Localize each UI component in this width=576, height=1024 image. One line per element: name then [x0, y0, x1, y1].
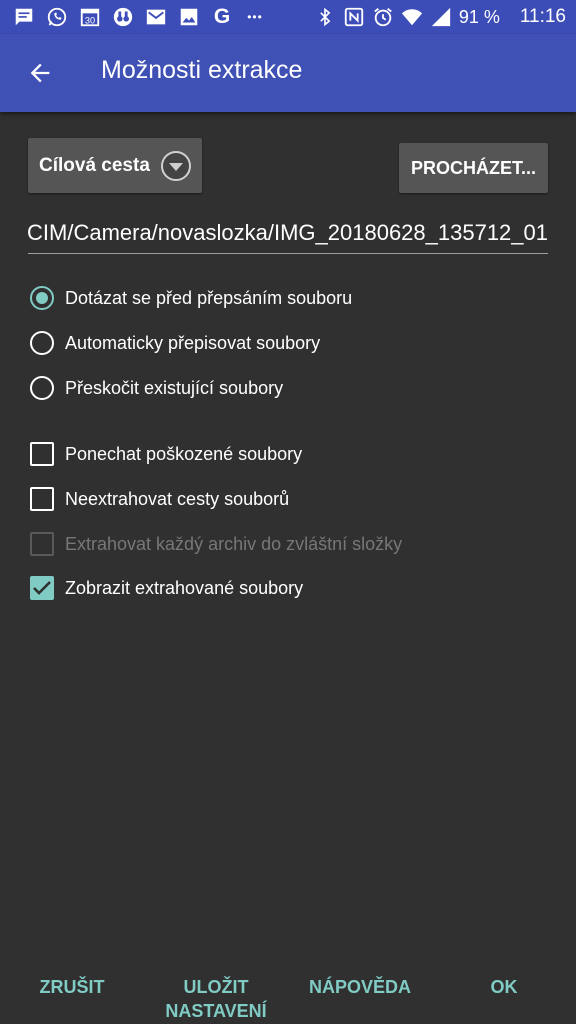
status-bar: 30 G ••• 91 % 11:16	[0, 0, 576, 34]
checkbox[interactable]	[30, 487, 54, 511]
email-icon	[144, 5, 168, 29]
checkmark-icon	[33, 581, 51, 595]
radio-button-checked[interactable]	[30, 286, 54, 310]
calendar-icon: 30	[78, 5, 102, 29]
page-title: Možnosti extrakce	[101, 56, 303, 84]
nfc-icon	[342, 5, 366, 29]
save-settings-label-line2: NASTAVENÍ	[165, 1001, 267, 1021]
google-icon: G	[213, 5, 231, 28]
arrow-left-icon	[30, 63, 50, 83]
ok-button[interactable]: OK	[474, 975, 534, 999]
radio-button[interactable]	[30, 376, 54, 400]
clock: 11:16	[519, 6, 566, 27]
bluetooth-icon	[313, 5, 337, 29]
browse-button[interactable]: PROCHÁZET...	[399, 143, 548, 193]
binoculars-icon	[111, 5, 135, 29]
destination-spinner[interactable]: Cílová cesta	[28, 138, 202, 193]
radio-label: Automaticky přepisovat soubory	[65, 332, 321, 353]
checkbox-label: Zobrazit extrahované soubory	[65, 577, 304, 598]
save-settings-label-line1: ULOŽIT	[183, 977, 249, 997]
wifi-icon	[400, 5, 424, 29]
checkbox-label: Ponechat poškozené soubory	[65, 443, 303, 464]
radio-label: Přeskočit existující soubory	[65, 377, 284, 398]
destination-path-value: /storage/emulated/0/DCIM/Camera/novasloz…	[28, 220, 548, 245]
radio-auto-overwrite[interactable]: Automaticky přepisovat soubory	[30, 325, 320, 361]
help-button[interactable]: NÁPOVĚDA	[300, 975, 420, 999]
radio-ask-before-overwrite[interactable]: Dotázat se před přepsáním souboru	[30, 280, 352, 316]
radio-label: Dotázat se před přepsáním souboru	[65, 287, 353, 308]
cancel-button[interactable]: ZRUŠIT	[20, 975, 124, 999]
more-icon: •••	[247, 10, 263, 24]
alarm-icon	[371, 5, 395, 29]
radio-skip-existing[interactable]: Přeskočit existující soubory	[30, 370, 283, 406]
checkbox-disabled	[30, 532, 54, 556]
destination-path-input[interactable]: /storage/emulated/0/DCIM/Camera/novasloz…	[28, 214, 548, 254]
save-settings-button[interactable]: ULOŽIT NASTAVENÍ	[150, 975, 282, 1023]
signal-icon	[429, 5, 453, 29]
radio-button[interactable]	[30, 331, 54, 355]
checkbox-show-extracted[interactable]: Zobrazit extrahované soubory	[30, 570, 303, 606]
checkbox-keep-broken-files[interactable]: Ponechat poškozené soubory	[30, 436, 302, 472]
checkbox-checked[interactable]	[30, 576, 54, 600]
checkbox[interactable]	[30, 442, 54, 466]
battery-percent: 91 %	[458, 6, 500, 27]
checkbox-no-paths[interactable]: Neextrahovat cesty souborů	[30, 481, 289, 517]
checkbox-label: Extrahovat každý archiv do zvláštní slož…	[65, 533, 403, 554]
image-icon	[177, 5, 201, 29]
checkbox-label: Neextrahovat cesty souborů	[65, 488, 290, 509]
message-icon	[12, 5, 36, 29]
back-button[interactable]	[18, 51, 62, 95]
app-bar: Možnosti extrakce	[0, 34, 576, 112]
whatsapp-icon	[45, 5, 69, 29]
destination-spinner-label: Cílová cesta	[39, 154, 150, 176]
checkbox-separate-folders: Extrahovat každý archiv do zvláštní slož…	[30, 526, 402, 562]
dropdown-icon	[160, 150, 191, 181]
calendar-day: 30	[85, 15, 95, 25]
